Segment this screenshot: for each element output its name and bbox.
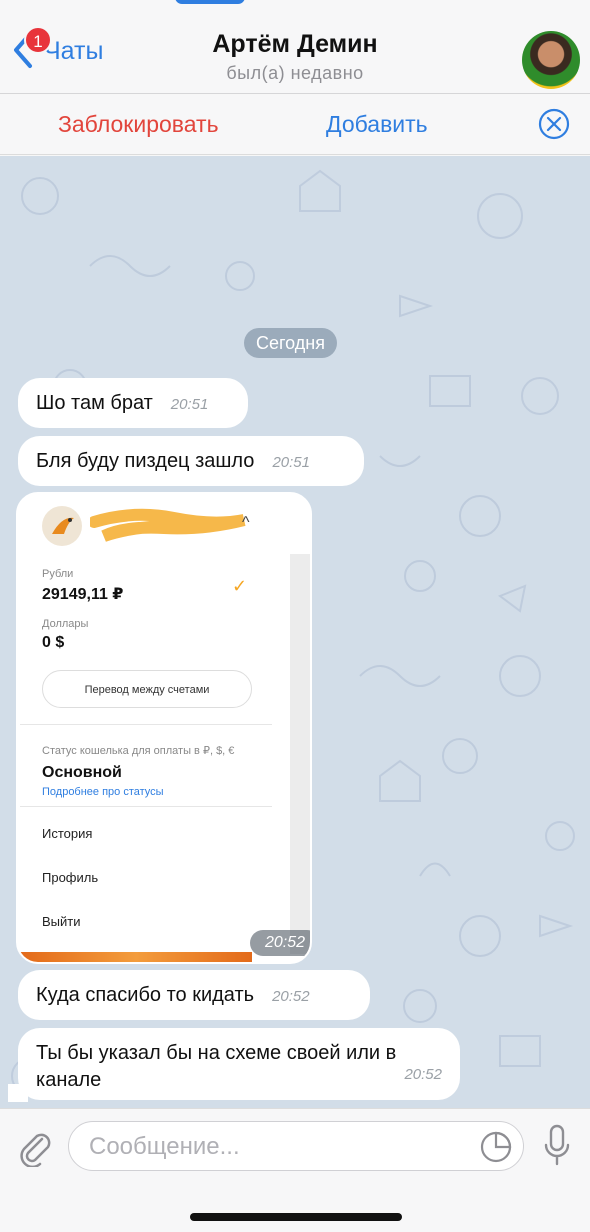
message-input[interactable] — [89, 1132, 469, 1162]
image-message[interactable]: ^ Рубли 29149,11 ₽ ✓ Доллары 0 $ Перевод… — [16, 492, 312, 964]
message-time: 20:52 — [404, 1066, 442, 1083]
message-list[interactable]: Сегодня Шо там брат 20:51 Бля буду пизде… — [0, 156, 590, 1108]
divider — [20, 724, 272, 725]
status-bar-indicator — [175, 0, 245, 4]
usd-label: Доллары — [42, 618, 89, 630]
wallet-logo — [42, 506, 82, 546]
block-button[interactable]: Заблокировать — [58, 111, 219, 138]
rub-value: 29149,11 ₽ — [42, 586, 124, 603]
divider — [20, 806, 272, 807]
menu-item-logout: Выйти — [42, 914, 81, 929]
screenshot-scroll-area — [290, 554, 310, 954]
transfer-button: Перевод между счетами — [42, 670, 252, 708]
message-time: 20:52 — [250, 930, 310, 956]
message-time: 20:51 — [170, 396, 209, 413]
menu-item-profile: Профиль — [42, 870, 99, 885]
rub-label: Рубли — [42, 568, 74, 580]
message-input-bar — [0, 1108, 590, 1232]
wallet-screenshot: ^ Рубли 29149,11 ₽ ✓ Доллары 0 $ Перевод… — [20, 494, 310, 962]
home-indicator — [190, 1213, 402, 1221]
message-field[interactable] — [68, 1121, 524, 1171]
status-link: Подробнее про статусы — [42, 786, 164, 798]
usd-value: 0 $ — [42, 634, 65, 651]
add-contact-button[interactable]: Добавить — [326, 111, 428, 138]
chevron-up-icon: ^ — [242, 514, 250, 531]
message-text: Ты бы указал бы на схеме своей или в кан… — [36, 1042, 397, 1091]
message-time: 20:52 — [272, 988, 310, 1005]
message-bubble[interactable]: Шо там брат 20:51 — [18, 378, 248, 428]
sticker-icon[interactable] — [479, 1130, 513, 1164]
message-text: Бля буду пиздец зашло — [36, 450, 255, 472]
redaction-scribble — [90, 508, 246, 542]
close-icon[interactable] — [538, 108, 570, 140]
attach-icon[interactable] — [16, 1127, 52, 1167]
menu-item-history: История — [42, 826, 93, 841]
checkmark-icon: ✓ — [232, 576, 248, 596]
date-separator: Сегодня — [244, 328, 337, 358]
last-seen-status: был(а) недавно — [226, 63, 364, 83]
message-text: Шо там брат — [36, 392, 153, 414]
chat-title[interactable]: Артём Демин — [0, 30, 590, 59]
message-bubble[interactable]: Ты бы указал бы на схеме своей или в кан… — [18, 1028, 460, 1100]
avatar[interactable] — [522, 31, 580, 89]
message-text: Куда спасибо то кидать — [36, 984, 255, 1006]
card-strip — [20, 952, 252, 962]
message-bubble[interactable]: Бля буду пиздец зашло 20:51 — [18, 436, 364, 486]
message-time: 20:51 — [272, 454, 310, 471]
microphone-icon[interactable] — [542, 1123, 572, 1169]
message-bubble[interactable]: Куда спасибо то кидать 20:52 — [18, 970, 370, 1020]
chat-header: Чаты 1 Артём Демин был(а) недавно — [0, 0, 590, 94]
status-value: Основной — [42, 764, 122, 781]
bubble-tail — [8, 1084, 28, 1102]
status-label: Статус кошелька для оплаты в ₽, $, € — [42, 745, 235, 757]
contact-action-bar: Заблокировать Добавить — [0, 95, 590, 155]
